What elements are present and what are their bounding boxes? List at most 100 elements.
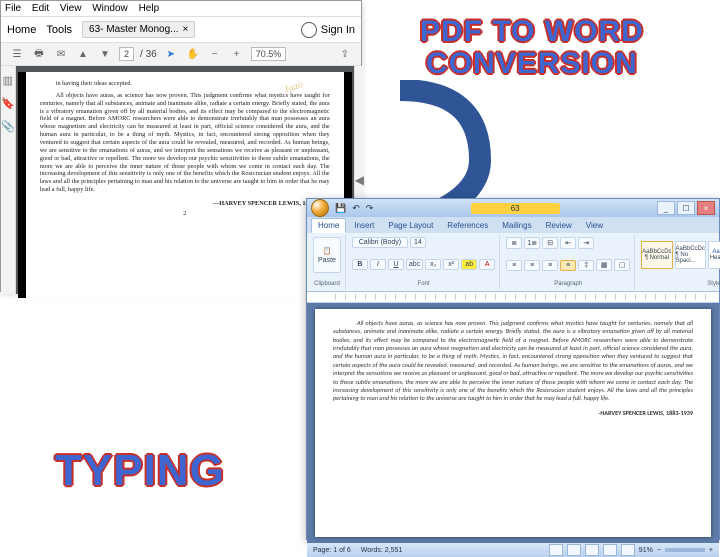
- ribbon-tab-insert[interactable]: Insert: [348, 219, 380, 233]
- subscript-button[interactable]: x₂: [425, 259, 441, 270]
- zoom-out-status-icon[interactable]: −: [657, 547, 661, 554]
- zoom-in-status-icon[interactable]: +: [709, 547, 713, 554]
- annotation-top: PDF TO WORD CONVERSION: [420, 16, 644, 79]
- pdf-left-rail: ▥ 🔖 📎: [1, 66, 16, 294]
- bold-button[interactable]: B: [352, 259, 368, 270]
- view-draft-icon[interactable]: [621, 544, 635, 556]
- ribbon-tab-home[interactable]: Home: [311, 218, 346, 233]
- font-color-button[interactable]: A: [479, 259, 495, 270]
- share-icon[interactable]: ⇪: [337, 46, 353, 62]
- qat-undo-icon[interactable]: ↶: [352, 203, 360, 214]
- mail-icon[interactable]: ✉: [53, 46, 69, 62]
- tab-close-icon[interactable]: ×: [183, 24, 189, 35]
- view-print-layout-icon[interactable]: [549, 544, 563, 556]
- styles-label: Styles: [641, 281, 720, 287]
- sign-in[interactable]: Sign In: [301, 22, 355, 38]
- menu-edit[interactable]: Edit: [32, 3, 49, 14]
- sidebar-toggle-icon[interactable]: ☰: [9, 46, 25, 62]
- page-up-icon[interactable]: ▲: [75, 46, 91, 62]
- indent-inc-button[interactable]: ⇥: [578, 237, 594, 249]
- word-page-content: All objects have auras, as science has n…: [315, 309, 711, 537]
- paste-button[interactable]: 📋 Paste: [313, 237, 341, 273]
- font-size-combo[interactable]: 14: [410, 237, 426, 248]
- hand-icon[interactable]: ✋: [185, 46, 201, 62]
- tab-document[interactable]: 63- Master Monog... ×: [82, 21, 195, 38]
- strike-button[interactable]: abc: [406, 259, 423, 270]
- zoom-out-icon[interactable]: −: [207, 46, 223, 62]
- page-down-icon[interactable]: ▼: [97, 46, 113, 62]
- pdf-viewport[interactable]: Joao in having their ideas accepted. All…: [16, 66, 354, 294]
- bullets-button[interactable]: ≣: [506, 237, 522, 249]
- font-name-combo[interactable]: Calibri (Body): [352, 237, 408, 248]
- zoom-level[interactable]: 70.5%: [251, 47, 287, 61]
- highlight-button[interactable]: ab: [461, 259, 477, 270]
- shading-button[interactable]: ▦: [596, 259, 612, 271]
- align-center-button[interactable]: ≡: [524, 260, 540, 271]
- font-label: Font: [352, 281, 495, 287]
- ribbon-group-font: Calibri (Body) 14 B I U abc x₂ x² ab A F…: [348, 235, 500, 289]
- minimize-button[interactable]: _: [657, 201, 675, 215]
- menu-help[interactable]: Help: [139, 3, 160, 14]
- close-button[interactable]: ×: [697, 201, 715, 215]
- word-titlebar: 💾 ↶ ↷ 63 _ ☐ ×: [307, 199, 719, 217]
- tab-home[interactable]: Home: [7, 24, 36, 36]
- print-icon[interactable]: 🖶: [31, 46, 47, 62]
- view-outline-icon[interactable]: [603, 544, 617, 556]
- superscript-button[interactable]: x²: [443, 259, 459, 270]
- underline-button[interactable]: U: [388, 259, 404, 270]
- status-words[interactable]: Words: 2,551: [361, 547, 403, 554]
- justify-button[interactable]: ≡: [560, 260, 576, 271]
- align-left-button[interactable]: ≡: [506, 260, 522, 271]
- bookmarks-icon[interactable]: 🔖: [1, 97, 15, 110]
- line-spacing-button[interactable]: ‡: [578, 260, 594, 271]
- window-controls: _ ☐ ×: [657, 201, 715, 215]
- collapse-right-icon[interactable]: ◀: [355, 173, 364, 187]
- clipboard-label: Clipboard: [313, 281, 341, 287]
- word-window: 💾 ↶ ↷ 63 _ ☐ × Home Insert Page Layout R…: [306, 198, 720, 540]
- multilevel-button[interactable]: ⊟: [542, 237, 558, 249]
- pointer-icon[interactable]: ➤: [163, 46, 179, 62]
- page-total: / 36: [140, 49, 157, 60]
- pdf-paragraph: All objects have auras, as science has n…: [40, 92, 330, 194]
- ribbon-tab-review[interactable]: Review: [540, 219, 578, 233]
- pdf-page-number: 2: [40, 210, 330, 218]
- style-normal[interactable]: AaBbCcDc ¶ Normal: [641, 241, 672, 269]
- numbering-button[interactable]: 1≣: [524, 237, 540, 249]
- ribbon-group-clipboard: 📋 Paste Clipboard: [309, 235, 346, 289]
- ribbon: 📋 Paste Clipboard Calibri (Body) 14 B I …: [307, 233, 719, 292]
- ribbon-tab-mailings[interactable]: Mailings: [496, 219, 537, 233]
- menu-view[interactable]: View: [60, 3, 82, 14]
- maximize-button[interactable]: ☐: [677, 201, 695, 215]
- sign-in-label: Sign In: [321, 24, 355, 36]
- ribbon-tabs: Home Insert Page Layout References Maili…: [307, 217, 719, 233]
- office-orb-icon[interactable]: [311, 199, 329, 217]
- align-right-button[interactable]: ≡: [542, 260, 558, 271]
- pdf-toolbar: Home Tools 63- Master Monog... × Sign In: [1, 17, 361, 43]
- ribbon-group-styles: AaBbCcDc ¶ Normal AaBbCcDc ¶ No Spaci...…: [637, 235, 720, 289]
- page-number-input[interactable]: 2: [119, 47, 134, 61]
- style-heading-1[interactable]: AaBbCc Heading 1: [708, 241, 720, 269]
- ribbon-tab-layout[interactable]: Page Layout: [382, 219, 439, 233]
- qat-redo-icon[interactable]: ↷: [366, 203, 374, 214]
- italic-button[interactable]: I: [370, 259, 386, 270]
- indent-dec-button[interactable]: ⇤: [560, 237, 576, 249]
- borders-button[interactable]: ▢: [614, 259, 630, 271]
- pdf-toolbar-secondary: ☰ 🖶 ✉ ▲ ▼ 2 / 36 ➤ ✋ − + 70.5% ⇪: [1, 43, 361, 66]
- tab-tools[interactable]: Tools: [46, 24, 72, 36]
- status-page[interactable]: Page: 1 of 6: [313, 547, 351, 554]
- zoom-in-icon[interactable]: +: [229, 46, 245, 62]
- word-viewport[interactable]: All objects have auras, as science has n…: [307, 303, 719, 543]
- view-full-screen-icon[interactable]: [567, 544, 581, 556]
- menu-file[interactable]: File: [5, 3, 21, 14]
- status-zoom[interactable]: 91%: [639, 547, 653, 554]
- view-web-layout-icon[interactable]: [585, 544, 599, 556]
- style-no-spacing[interactable]: AaBbCcDc ¶ No Spaci...: [675, 241, 706, 269]
- ruler[interactable]: [307, 292, 719, 303]
- attachments-icon[interactable]: 📎: [1, 120, 15, 133]
- thumbnails-icon[interactable]: ▥: [3, 74, 13, 87]
- menu-window[interactable]: Window: [92, 3, 128, 14]
- zoom-slider[interactable]: [665, 548, 705, 552]
- qat-save-icon[interactable]: 💾: [335, 203, 346, 214]
- ribbon-tab-view[interactable]: View: [580, 219, 609, 233]
- ribbon-tab-references[interactable]: References: [441, 219, 494, 233]
